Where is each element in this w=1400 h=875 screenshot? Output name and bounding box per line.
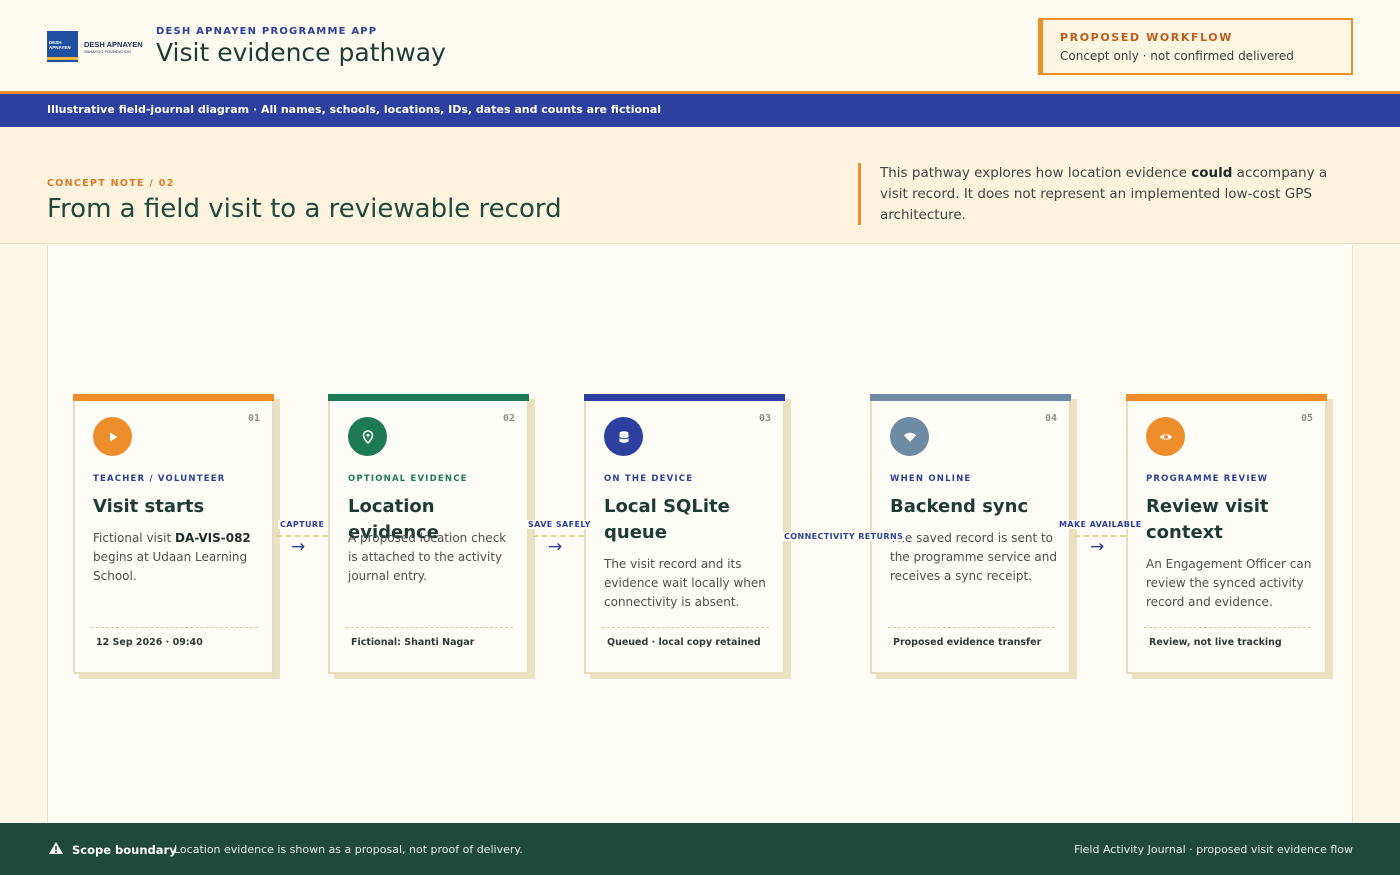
app-header: DESH APNAYEN DESH APNAYEN SAHAYOG FOUNDA… — [0, 0, 1400, 92]
card-divider — [888, 627, 1055, 628]
connector-label: SAVE SAFELY — [526, 520, 593, 529]
card-accent-bar — [73, 394, 274, 401]
arrow-right-icon: → — [1090, 537, 1105, 557]
step-footer: Review, not live tracking — [1149, 637, 1282, 648]
step-kicker: ON THE DEVICE — [604, 474, 694, 484]
connector-connectivity-returns: CONNECTIVITY RETURNS — [782, 532, 906, 552]
step-footer: 12 Sep 2026 · 09:40 — [96, 637, 203, 648]
concept-kicker: CONCEPT NOTE / 02 — [47, 178, 175, 189]
arrow-right-icon: → — [548, 537, 563, 557]
step-title: Backend sync — [890, 496, 1029, 517]
step-body-post: begins at Udaan Learning School. — [93, 550, 248, 583]
logo-mark: DESH APNAYEN — [47, 31, 78, 62]
step-body: The visit record and its evidence wait l… — [604, 557, 766, 609]
map-pin-icon — [348, 417, 387, 456]
badge-title: PROPOSED WORKFLOW — [1060, 31, 1233, 44]
step-footer: Proposed evidence transfer — [893, 637, 1042, 648]
connector-label: MAKE AVAILABLE — [1057, 520, 1144, 529]
connector-label: CAPTURE — [278, 520, 327, 529]
arrow-right-icon: → — [291, 537, 306, 557]
logo-mark-text: DESH APNAYEN — [49, 40, 71, 50]
concept-title: From a field visit to a reviewable recor… — [47, 194, 562, 224]
logo-subtitle: SAHAYOG FOUNDATION — [84, 49, 131, 54]
step-title: Review visit context — [1146, 496, 1269, 543]
scope-footer: Scope boundary Location evidence is show… — [0, 823, 1400, 875]
card-divider — [602, 627, 769, 628]
concept-note-pre: This pathway explores how location evide… — [880, 165, 1192, 181]
brand-logo: DESH APNAYEN DESH APNAYEN SAHAYOG FOUNDA… — [47, 31, 143, 62]
badge-subtitle: Concept only · not confirmed delivered — [1060, 49, 1294, 63]
step-kicker: OPTIONAL EVIDENCE — [348, 474, 468, 484]
step-card-location-evidence: 02 OPTIONAL EVIDENCE Location evidence A… — [328, 394, 529, 674]
step-kicker: PROGRAMME REVIEW — [1146, 474, 1269, 484]
eye-icon — [1146, 417, 1185, 456]
card-divider — [346, 627, 513, 628]
card-accent-bar — [328, 394, 529, 401]
footer-caption: Field Activity Journal · proposed visit … — [1074, 843, 1353, 856]
step-number: 05 — [1300, 413, 1313, 424]
connector-make-available: MAKE AVAILABLE → — [1057, 520, 1144, 556]
warning-icon — [49, 842, 63, 854]
step-kicker: WHEN ONLINE — [890, 474, 972, 484]
step-body-pre: Fictional visit — [93, 531, 175, 545]
step-body: The saved record is sent to the programm… — [890, 531, 1057, 583]
step-footer: Fictional: Shanti Nagar — [351, 637, 475, 648]
step-number: 03 — [758, 413, 771, 424]
scope-label: Scope boundary — [72, 843, 177, 857]
step-number: 04 — [1044, 413, 1057, 424]
app-kicker: DESH APNAYEN PROGRAMME APP — [156, 26, 378, 37]
logo-name: DESH APNAYEN — [84, 40, 143, 49]
play-icon — [93, 417, 132, 456]
step-title: Visit starts — [93, 496, 205, 517]
card-divider — [91, 627, 258, 628]
disclaimer-banner: Illustrative field-journal diagram · All… — [0, 94, 1400, 127]
scope-text: Location evidence is shown as a proposal… — [174, 843, 523, 856]
step-footer: Queued · local copy retained — [607, 637, 761, 648]
card-accent-bar — [870, 394, 1071, 401]
page-title: Visit evidence pathway — [156, 38, 446, 67]
step-body: An Engagement Officer can review the syn… — [1146, 557, 1312, 609]
card-divider — [1144, 627, 1311, 628]
step-kicker: TEACHER / VOLUNTEER — [93, 474, 226, 484]
concept-note-bold: could — [1191, 165, 1233, 181]
connector-label: CONNECTIVITY RETURNS — [782, 532, 906, 541]
step-body: Fictional visit DA-VIS-082 begins at Uda… — [93, 529, 263, 586]
connector-save-safely: SAVE SAFELY → — [526, 520, 593, 556]
concept-note: This pathway explores how location evide… — [858, 163, 1348, 225]
wifi-icon — [890, 417, 929, 456]
connector-capture: CAPTURE → — [276, 520, 328, 556]
visit-id: DA-VIS-082 — [175, 531, 251, 545]
card-accent-bar — [1126, 394, 1327, 401]
step-card-visit-starts: 01 TEACHER / VOLUNTEER Visit starts Fict… — [73, 394, 274, 674]
disclaimer-text: Illustrative field-journal diagram · All… — [47, 103, 662, 116]
step-number: 01 — [247, 413, 260, 424]
proposed-workflow-badge: PROPOSED WORKFLOW Concept only · not con… — [1038, 18, 1353, 75]
step-body: A proposed location check is attached to… — [348, 531, 507, 583]
step-number: 02 — [502, 413, 515, 424]
step-title: Local SQLite queue — [604, 496, 730, 543]
step-card-local-sqlite-queue: 03 ON THE DEVICE Local SQLite queue The … — [584, 394, 785, 674]
card-accent-bar — [584, 394, 785, 401]
database-icon — [604, 417, 643, 456]
concept-section: CONCEPT NOTE / 02 From a field visit to … — [0, 127, 1400, 244]
step-card-review-visit-context: 05 PROGRAMME REVIEW Review visit context… — [1126, 394, 1327, 674]
